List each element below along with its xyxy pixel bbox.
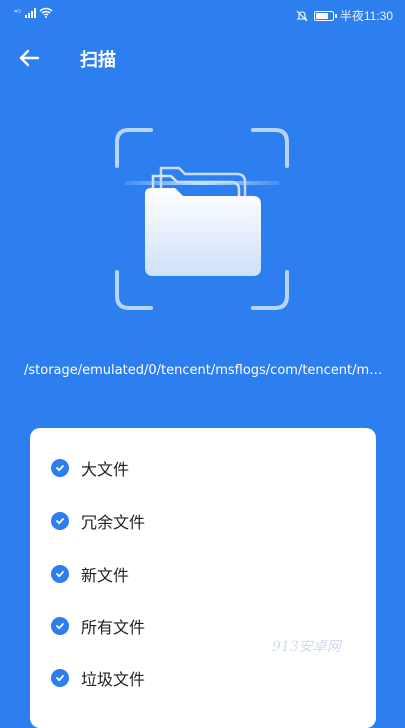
- back-button[interactable]: [14, 42, 46, 74]
- wifi-icon: [39, 7, 53, 18]
- mute-bell-icon: [296, 10, 308, 21]
- status-right: 半夜11:30: [296, 7, 393, 24]
- option-junk-files[interactable]: 垃圾文件: [51, 663, 145, 693]
- folder-scan-icon: [115, 128, 289, 310]
- status-left: ⁴ᴳ: [14, 7, 53, 18]
- arrow-left-icon: [19, 49, 40, 67]
- watermark: 913安卓网: [272, 639, 341, 655]
- option-label: 所有文件: [81, 618, 146, 637]
- scan-path: /storage/emulated/0/tencent/msflogs/com/…: [24, 363, 386, 378]
- option-redundant-files[interactable]: 冗余文件: [51, 506, 145, 536]
- option-new-files[interactable]: 新文件: [51, 559, 129, 589]
- signal-icon: [25, 7, 37, 18]
- option-label: 垃圾文件: [81, 670, 146, 689]
- network-type-label: ⁴ᴳ: [14, 7, 22, 17]
- options-card: 大文件 冗余文件 新文件 所有文件 垃圾文件: [30, 428, 376, 728]
- check-icon: [51, 669, 69, 687]
- scan-illustration: [113, 128, 291, 310]
- status-bar: ⁴ᴳ 半夜11:30: [0, 0, 405, 30]
- status-time: 半夜11:30: [339, 9, 393, 23]
- option-label: 新文件: [81, 566, 130, 585]
- option-label: 冗余文件: [81, 513, 146, 532]
- option-all-files[interactable]: 所有文件: [51, 611, 145, 641]
- battery-icon: [313, 10, 337, 21]
- check-icon: [51, 565, 69, 583]
- option-label: 大文件: [81, 460, 130, 479]
- page-title: 扫描: [80, 50, 116, 71]
- check-icon: [51, 617, 69, 635]
- header: 扫描: [0, 36, 405, 80]
- check-icon: [51, 459, 69, 477]
- check-icon: [51, 512, 69, 530]
- option-large-files[interactable]: 大文件: [51, 453, 129, 483]
